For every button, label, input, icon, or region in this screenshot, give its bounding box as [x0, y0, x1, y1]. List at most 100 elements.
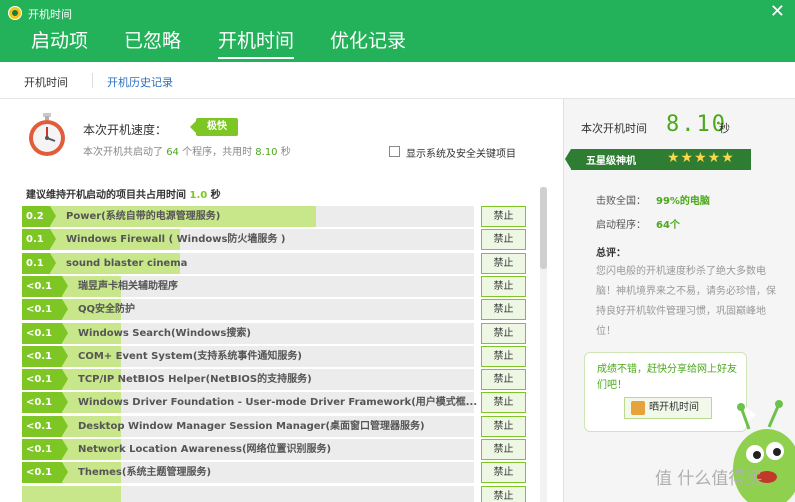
- show-system-checkbox[interactable]: [389, 146, 400, 157]
- total-prefix: 建议维持开机启动的项目共占用时间: [26, 190, 190, 201]
- startup-item-row: 0.2秒 Power(系统自带的电源管理服务) 禁止: [22, 206, 532, 243]
- startup-item-row: 0.1秒 sound blaster cinema 禁止: [22, 252, 532, 290]
- time-bar-fill: [22, 485, 122, 502]
- time-tag: <0.1秒: [22, 369, 68, 406]
- time-tag: <0.1秒: [22, 299, 68, 336]
- total-value: 1.0: [189, 190, 208, 201]
- startup-item-row: <0.1秒 TCP/IP NetBIOS Helper(NetBIOS的支持服务)…: [22, 369, 532, 406]
- subnav-divider: [92, 73, 93, 88]
- startup-item-name: TCP/IP NetBIOS Helper(NetBIOS的支持服务): [78, 374, 312, 386]
- share-button-label: 晒开机时间: [649, 402, 699, 413]
- startup-item-row: <0.1秒 Windows Search(Windows搜索) 禁止: [22, 322, 532, 360]
- speed-desc-prefix: 本次开机共启动了: [83, 147, 167, 158]
- boot-time-title: 本次开机时间: [581, 122, 647, 135]
- startup-item-name: Power(系统自带的电源管理服务): [66, 211, 221, 222]
- rank-ribbon: 五星级神机 ★★★★★: [565, 149, 751, 170]
- boot-summary-panel: 本次开机时间 8.10 秒 五星级神机 ★★★★★ 击败全国： 99%的电脑 启…: [563, 99, 795, 502]
- startup-item-name: sound blaster cinema: [66, 257, 188, 269]
- speed-badge: 极快: [190, 118, 238, 136]
- speed-desc-suffix: 秒: [277, 147, 291, 158]
- startup-item-name: COM+ Event System(支持系统事件通知服务): [78, 350, 302, 362]
- window-title: 开机时间: [28, 8, 72, 21]
- scrollbar-thumb[interactable]: [540, 187, 547, 269]
- boot-time-unit: 秒: [719, 122, 730, 135]
- startup-item-name: Network Location Awareness(网络位置识别服务): [78, 444, 332, 455]
- tab-ignored[interactable]: 已忽略: [124, 28, 181, 62]
- disable-button[interactable]: 禁止: [481, 229, 526, 251]
- main-tabs: 启动项 已忽略 开机时间 优化记录: [0, 26, 795, 62]
- startup-items-list: 0.2秒 Power(系统自带的电源管理服务) 禁止 0.1秒 Windows Fire…: [22, 206, 542, 502]
- rank-label: 五星级神机: [586, 156, 636, 167]
- subnav-boot-time[interactable]: 开机时间: [24, 74, 68, 90]
- startup-item-name: Windows Search(Windows搜索): [78, 327, 251, 339]
- share-boot-time-button[interactable]: 晒开机时间: [624, 397, 712, 419]
- disable-button[interactable]: 禁止: [481, 275, 526, 297]
- speed-description: 本次开机共启动了 64 个程序，共用时 8.10 秒: [83, 143, 291, 158]
- time-tag: <0.1秒: [22, 345, 68, 383]
- disable-button[interactable]: 禁止: [481, 322, 526, 344]
- disable-button[interactable]: 禁止: [481, 369, 526, 391]
- disable-button[interactable]: 禁止: [481, 345, 526, 367]
- programs-label: 启动程序：: [596, 220, 646, 231]
- programs-value: 64个: [656, 220, 680, 231]
- disable-button[interactable]: 禁止: [481, 206, 526, 227]
- time-tag: 0.1秒: [22, 252, 56, 290]
- disable-button[interactable]: 禁止: [481, 439, 526, 460]
- disable-button[interactable]: 禁止: [481, 299, 526, 321]
- startup-item-name: QQ安全防护: [78, 304, 136, 316]
- time-bar-track: [22, 485, 474, 502]
- stopwatch-icon: [29, 113, 65, 156]
- program-count: 64: [166, 147, 179, 158]
- header-bar: 开机时间 ✕ 启动项 已忽略 开机时间 优化记录: [0, 0, 795, 62]
- boot-time-digits: 8.10: [666, 112, 727, 137]
- startup-item-name: 瑞昱声卡相关辅助程序: [78, 280, 178, 292]
- disable-button[interactable]: 禁止: [481, 485, 526, 502]
- beat-label: 击败全国：: [596, 196, 646, 207]
- startup-item-row: 0.1秒 Windows Firewall ( Windows防火墙服务 ) 禁止: [22, 229, 532, 266]
- startup-item-name: Windows Driver Foundation - User-mode Dr…: [78, 397, 478, 409]
- startup-item-row: <0.1秒 Windows Driver Foundation - User-mo…: [22, 392, 532, 429]
- disable-button[interactable]: 禁止: [481, 392, 526, 414]
- startup-item-row: <0.1秒 COM+ Event System(支持系统事件通知服务) 禁止: [22, 345, 532, 383]
- tab-boot-time[interactable]: 开机时间: [218, 28, 295, 62]
- comment-title: 总评：: [596, 248, 626, 259]
- comment-text: 您闪电般的开机速度秒杀了绝大多数电脑！神机境界来之不易，请务必珍惜，保持良好开机…: [596, 266, 776, 337]
- time-tag: <0.1秒: [22, 392, 68, 429]
- speed-desc-mid: 个程序，共用时: [178, 147, 256, 158]
- share-icon: [631, 401, 645, 415]
- startup-item-name: Windows Firewall ( Windows防火墙服务 ): [66, 234, 286, 246]
- startup-item-row: <0.1秒 Themes(系统主题管理服务) 禁止: [22, 462, 532, 499]
- speed-title: 本次开机速度：: [83, 123, 168, 137]
- tab-startup-items[interactable]: 启动项: [31, 28, 88, 62]
- app-logo-icon: [8, 6, 22, 20]
- startup-item-name: Desktop Window Manager Session Manager(桌…: [78, 420, 425, 432]
- total-suffix: 秒: [207, 190, 221, 201]
- startup-item-row: <0.1秒 Desktop Window Manager Session Mana…: [22, 415, 532, 453]
- disable-button[interactable]: 禁止: [481, 252, 526, 274]
- sub-nav: 开机时间 开机历史记录: [0, 62, 795, 99]
- time-tag: 0.1秒: [22, 229, 56, 266]
- startup-item-row: 禁止: [22, 485, 532, 502]
- startup-item-row: <0.1秒 QQ安全防护 禁止: [22, 299, 532, 336]
- share-bubble: 成绩不错，赶快分享给网上好友们吧！ 晒开机时间: [584, 352, 756, 432]
- subnav-boot-history[interactable]: 开机历史记录: [107, 74, 173, 90]
- time-tag: <0.1秒: [22, 415, 68, 453]
- share-prompt: 成绩不错，赶快分享给网上好友们吧！: [597, 364, 737, 391]
- watermark: 值 什么值得买: [655, 469, 763, 489]
- close-icon[interactable]: ✕: [770, 2, 785, 22]
- time-tag: <0.1秒: [22, 439, 68, 476]
- boot-seconds: 8.10: [255, 147, 278, 158]
- startup-item-name: Themes(系统主题管理服务): [78, 467, 212, 479]
- time-tag: <0.1秒: [22, 275, 68, 313]
- title-bar: 开机时间 ✕: [0, 0, 795, 26]
- beat-value: 99%的电脑: [656, 196, 710, 207]
- startup-list-panel: 本次开机速度： 极快 本次开机共启动了 64 个程序，共用时 8.10 秒 显示…: [0, 99, 563, 502]
- time-tag: 0.2秒: [22, 206, 56, 243]
- time-tag: <0.1秒: [22, 322, 68, 360]
- tab-optimize-log[interactable]: 优化记录: [330, 28, 406, 62]
- show-system-label: 显示系统及安全关键项目: [406, 149, 516, 160]
- star-rating: ★★★★★: [667, 150, 735, 166]
- disable-button[interactable]: 禁止: [481, 462, 526, 484]
- disable-button[interactable]: 禁止: [481, 415, 526, 437]
- startup-item-row: <0.1秒 Network Location Awareness(网络位置识别服务…: [22, 439, 532, 476]
